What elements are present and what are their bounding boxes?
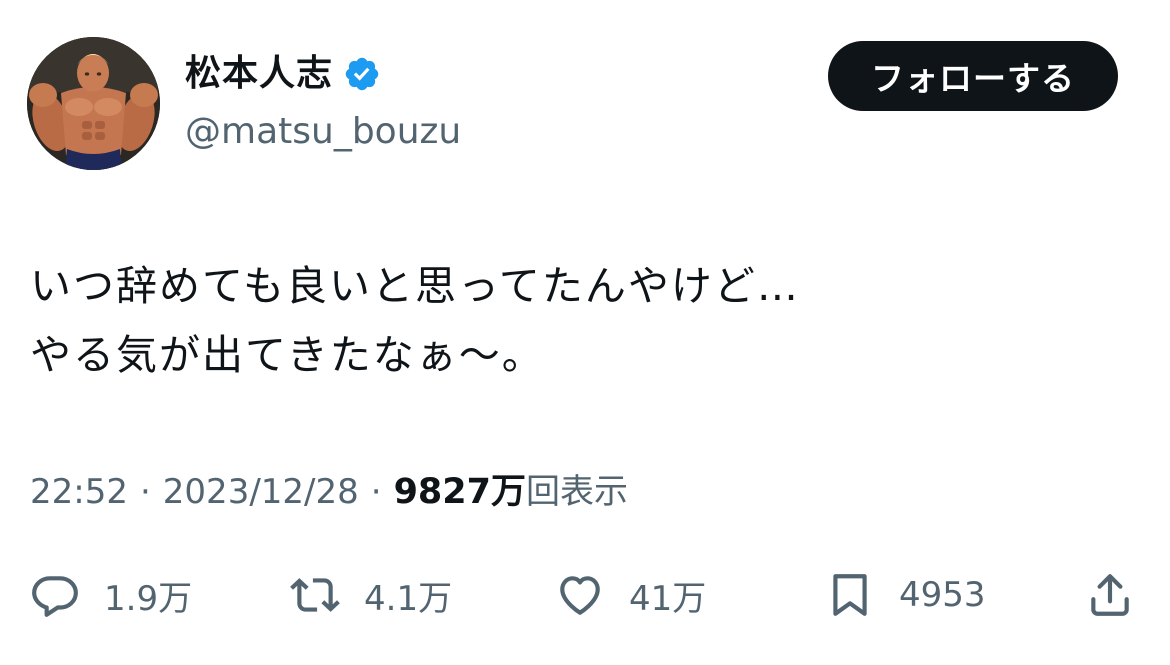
reply-count: 1.9万 (104, 578, 193, 619)
retweet-count: 4.1万 (364, 578, 453, 619)
display-name-row[interactable]: 松本人志 (185, 52, 381, 96)
heart-icon (560, 576, 600, 615)
tweet-time[interactable]: 22:52 (30, 470, 128, 514)
bookmark-count: 4953 (899, 575, 986, 615)
retweet-icon (290, 578, 340, 612)
tweet-text-line: いつ辞めても良いと思ってたんやけど… (30, 262, 800, 310)
tweet-actions: 1.9万 4.1万 41万 4953 (0, 560, 1170, 630)
avatar[interactable] (27, 37, 160, 170)
meta-separator: · (370, 472, 382, 512)
views-count: 9827万 (393, 472, 526, 512)
bookmark-icon (833, 574, 867, 616)
tweet-text: いつ辞めても良いと思ってたんやけど… やる気が出てきたなぁ〜。 (30, 252, 800, 390)
share-button[interactable] (1085, 560, 1135, 630)
like-count: 41万 (629, 578, 707, 619)
like-button[interactable]: 41万 (555, 560, 706, 630)
bookmark-button[interactable]: 4953 (825, 560, 986, 630)
follow-button[interactable]: フォローする (828, 41, 1118, 111)
meta-separator: · (139, 472, 151, 512)
avatar-image (27, 37, 160, 170)
reply-button[interactable]: 1.9万 (30, 560, 192, 630)
share-icon (1091, 574, 1129, 616)
display-name[interactable]: 松本人志 (185, 52, 333, 96)
user-handle[interactable]: @matsu_bouzu (185, 110, 461, 154)
views-label: 回表示 (526, 472, 628, 512)
reply-icon (32, 576, 78, 617)
tweet-text-line: やる気が出てきたなぁ〜。 (30, 331, 545, 379)
tweet-date[interactable]: 2023/12/28 (163, 470, 359, 514)
retweet-button[interactable]: 4.1万 (290, 560, 452, 630)
verified-badge-icon (345, 57, 379, 91)
tweet-meta: 22:52 · 2023/12/28 · 9827万 回表示 (30, 470, 628, 514)
